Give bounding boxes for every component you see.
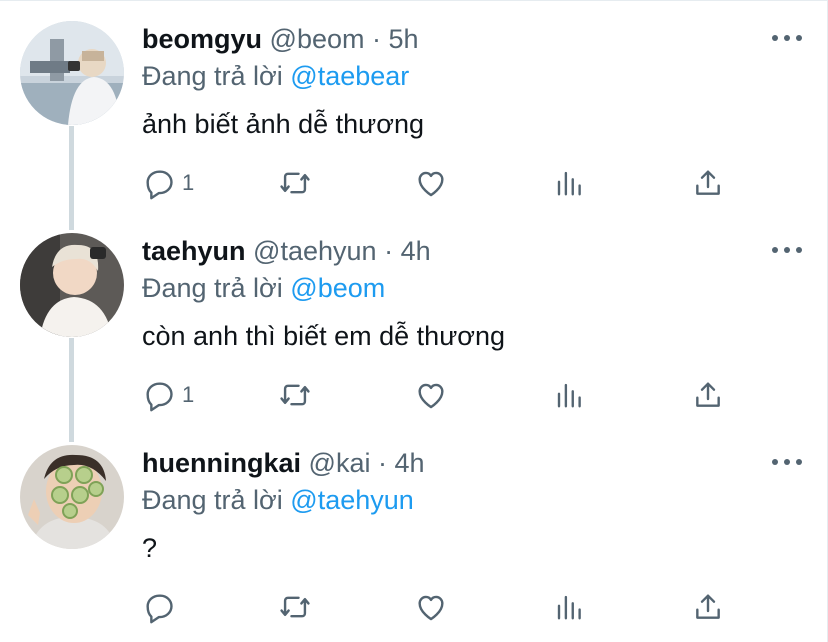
reply-tweet[interactable]: huenningkai @kai · 4h Đang trả lời @taeh… [0, 424, 828, 642]
retweet-icon [280, 596, 310, 618]
stats-icon [557, 595, 581, 620]
like-button[interactable] [414, 377, 448, 413]
mention-link[interactable]: @taehyun [290, 485, 414, 515]
user-handle[interactable]: @beom [270, 24, 365, 54]
replying-to-label: Đang trả lời [142, 61, 283, 91]
tweet-text: ? [142, 533, 158, 563]
stats-icon [557, 383, 581, 408]
reply-button[interactable] [142, 589, 182, 625]
like-icon [418, 595, 444, 621]
share-button[interactable] [692, 165, 724, 201]
display-name[interactable]: beomgyu [142, 24, 262, 54]
reply-count: 1 [182, 170, 195, 195]
retweet-button[interactable] [277, 377, 313, 413]
display-name[interactable]: huenningkai [142, 448, 301, 478]
stats-button[interactable] [554, 165, 584, 201]
like-button[interactable] [414, 589, 448, 625]
more-icon[interactable] [772, 28, 802, 48]
tweet-header: taehyun @taehyun · 4h [142, 234, 431, 268]
reply-tweet[interactable]: beomgyu @beom · 5h Đang trả lời @taebear… [0, 0, 828, 212]
timestamp[interactable]: 4h [401, 236, 431, 266]
display-name[interactable]: taehyun [142, 236, 246, 266]
action-bar [142, 589, 742, 625]
reply-icon [146, 170, 173, 200]
replying-to: Đang trả lời @taebear [142, 59, 409, 93]
replying-to: Đang trả lời @beom [142, 271, 385, 305]
action-bar: 1 [142, 377, 742, 413]
replying-to-label: Đang trả lời [142, 485, 283, 515]
reply-button[interactable]: 1 [142, 165, 194, 201]
tweet-header: huenningkai @kai · 4h [142, 446, 425, 480]
share-button[interactable] [692, 377, 724, 413]
avatar[interactable] [20, 445, 124, 549]
share-button[interactable] [692, 589, 724, 625]
share-icon [696, 594, 720, 619]
more-icon[interactable] [772, 240, 802, 260]
stats-button[interactable] [554, 589, 584, 625]
like-icon [418, 171, 444, 197]
action-bar: 1 [142, 165, 742, 201]
separator-dot: · [377, 448, 387, 478]
avatar[interactable] [20, 21, 124, 125]
separator-dot: · [372, 24, 381, 54]
avatar[interactable] [20, 233, 124, 337]
retweet-icon [280, 172, 310, 194]
reply-icon [146, 594, 173, 624]
user-handle[interactable]: @taehyun [253, 236, 377, 266]
replying-to-label: Đang trả lời [142, 273, 283, 303]
like-icon [418, 383, 444, 409]
separator-dot: · [384, 236, 394, 266]
retweet-button[interactable] [277, 165, 313, 201]
retweet-button[interactable] [277, 589, 313, 625]
user-handle[interactable]: @kai [309, 448, 371, 478]
retweet-icon [280, 384, 310, 406]
reply-button[interactable]: 1 [142, 377, 194, 413]
tweet-text: còn anh thì biết em dễ thương [142, 321, 506, 351]
share-icon [696, 382, 720, 407]
more-icon[interactable] [772, 452, 802, 472]
stats-icon [557, 171, 581, 196]
share-icon [696, 170, 720, 195]
replying-to: Đang trả lời @taehyun [142, 483, 414, 517]
timestamp[interactable]: 5h [389, 24, 419, 54]
reply-count: 1 [182, 382, 195, 407]
tweet-text: ảnh biết ảnh dễ thương [142, 109, 424, 139]
mention-link[interactable]: @beom [290, 273, 385, 303]
reply-icon [146, 382, 173, 412]
like-button[interactable] [414, 165, 448, 201]
timestamp[interactable]: 4h [395, 448, 425, 478]
tweet-header: beomgyu @beom · 5h [142, 22, 419, 56]
stats-button[interactable] [554, 377, 584, 413]
reply-tweet[interactable]: taehyun @taehyun · 4h Đang trả lời @beom… [0, 212, 828, 424]
mention-link[interactable]: @taebear [290, 61, 409, 91]
